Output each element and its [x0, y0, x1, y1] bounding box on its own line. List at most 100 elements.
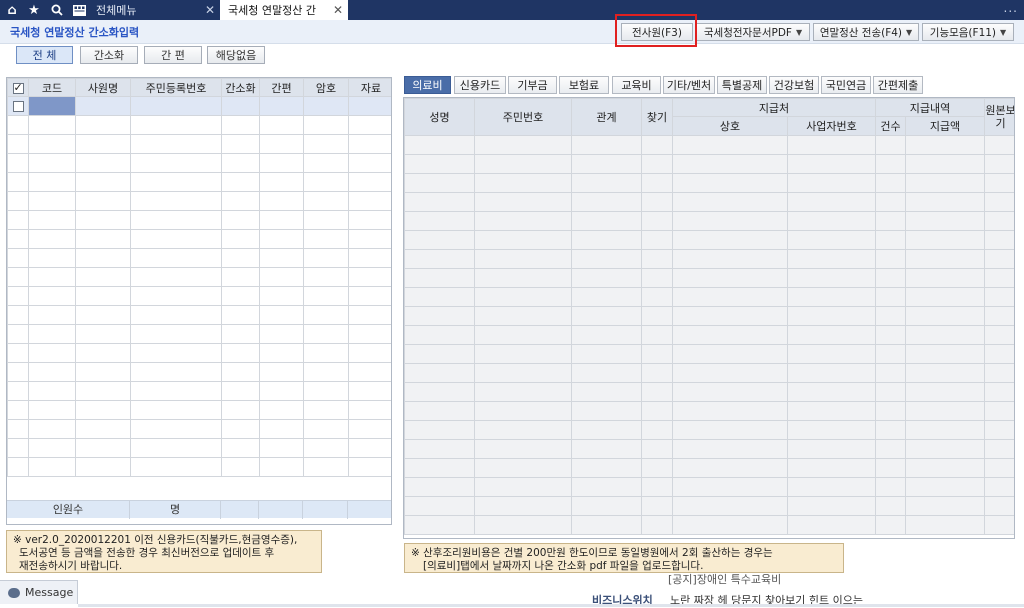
grid-cell[interactable] — [221, 191, 260, 211]
grid-cell[interactable] — [221, 210, 260, 230]
grid-cell[interactable] — [404, 477, 475, 497]
grid-cell[interactable] — [571, 230, 642, 250]
grid-cell[interactable] — [904, 287, 986, 307]
grid-cell[interactable] — [130, 362, 222, 382]
grid-cell[interactable] — [404, 230, 475, 250]
table-row[interactable] — [7, 362, 391, 382]
table-row[interactable] — [7, 286, 391, 306]
grid-cell[interactable] — [28, 248, 76, 268]
grid-cell[interactable] — [474, 401, 572, 421]
grid-cell[interactable] — [984, 325, 1014, 345]
grid-cell[interactable] — [672, 401, 788, 421]
grid-cell[interactable] — [641, 496, 673, 516]
grid-cell[interactable] — [672, 249, 788, 269]
grid-cell[interactable] — [221, 248, 260, 268]
grid-cell[interactable] — [221, 324, 260, 344]
table-row[interactable] — [7, 419, 391, 439]
grid-cell[interactable] — [28, 229, 76, 249]
grid-cell[interactable] — [130, 210, 222, 230]
grid-cell[interactable] — [672, 363, 788, 383]
grid-cell[interactable] — [984, 192, 1014, 212]
tab-donation[interactable]: 기부금 — [508, 76, 557, 94]
grid-cell[interactable] — [348, 134, 391, 154]
grid-cell[interactable] — [875, 458, 906, 478]
grid-cell[interactable] — [672, 439, 788, 459]
grid-cell[interactable] — [404, 135, 475, 155]
grid-cell[interactable] — [672, 477, 788, 497]
grid-cell[interactable] — [641, 173, 673, 193]
grid-cell[interactable] — [28, 96, 76, 116]
grid-cell[interactable] — [28, 134, 76, 154]
select-all-checkbox[interactable] — [12, 81, 24, 94]
table-row[interactable] — [7, 438, 391, 458]
filter-simplified-button[interactable]: 간소화 — [80, 46, 138, 64]
grid-cell[interactable] — [348, 324, 391, 344]
grid-cell[interactable] — [641, 249, 673, 269]
grid-cell[interactable] — [984, 496, 1014, 516]
grid-cell[interactable] — [474, 439, 572, 459]
table-row[interactable] — [404, 135, 1014, 155]
grid-cell[interactable] — [571, 515, 642, 535]
grid-cell[interactable] — [904, 515, 986, 535]
grid-cell[interactable] — [875, 211, 906, 231]
grid-cell[interactable] — [474, 306, 572, 326]
grid-cell[interactable] — [259, 381, 304, 401]
grid-cell[interactable] — [75, 400, 131, 420]
grid-cell[interactable] — [875, 439, 906, 459]
grid-cell[interactable] — [404, 420, 475, 440]
grid-cell[interactable] — [474, 287, 572, 307]
grid-cell[interactable] — [875, 306, 906, 326]
grid-cell[interactable] — [571, 325, 642, 345]
grid-cell[interactable] — [75, 419, 131, 439]
grid-cell[interactable] — [348, 343, 391, 363]
grid-cell[interactable] — [904, 344, 986, 364]
grid-cell[interactable] — [259, 210, 304, 230]
grid-cell[interactable] — [75, 305, 131, 325]
grid-cell[interactable] — [404, 154, 475, 174]
grid-cell[interactable] — [75, 96, 131, 116]
grid-cell[interactable] — [404, 401, 475, 421]
table-row[interactable] — [7, 267, 391, 287]
grid-cell[interactable] — [672, 458, 788, 478]
grid-cell[interactable] — [474, 496, 572, 516]
grid-cell[interactable] — [571, 496, 642, 516]
grid-cell[interactable] — [221, 457, 260, 477]
grid-cell[interactable] — [875, 420, 906, 440]
grid-cell[interactable] — [787, 363, 876, 383]
grid-cell[interactable] — [259, 229, 304, 249]
table-row[interactable] — [404, 230, 1014, 250]
grid-cell[interactable] — [130, 381, 222, 401]
row-checkbox-cell[interactable] — [7, 210, 29, 230]
tab-credit-card[interactable]: 신용카드 — [454, 76, 506, 94]
grid-cell[interactable] — [348, 381, 391, 401]
grid-cell[interactable] — [904, 496, 986, 516]
grid-cell[interactable] — [130, 134, 222, 154]
grid-cell[interactable] — [474, 211, 572, 231]
table-row[interactable] — [7, 229, 391, 249]
grid-cell[interactable] — [787, 477, 876, 497]
col-header-original[interactable]: 원본보기 — [984, 98, 1014, 136]
grid-cell[interactable] — [221, 305, 260, 325]
grid-cell[interactable] — [875, 249, 906, 269]
grid-cell[interactable] — [303, 96, 349, 116]
grid-cell[interactable] — [259, 438, 304, 458]
col-header-password[interactable]: 암호 — [303, 78, 349, 97]
grid-cell[interactable] — [474, 230, 572, 250]
grid-cell[interactable] — [348, 362, 391, 382]
grid-cell[interactable] — [984, 268, 1014, 288]
grid-cell[interactable] — [904, 268, 986, 288]
grid-cell[interactable] — [348, 419, 391, 439]
row-checkbox-cell[interactable] — [7, 419, 29, 439]
tab-all-menu[interactable]: 전체메뉴 ✕ — [88, 0, 220, 20]
grid-cell[interactable] — [571, 211, 642, 231]
grid-cell[interactable] — [221, 134, 260, 154]
table-row[interactable] — [404, 439, 1014, 459]
col-header-easy[interactable]: 간편 — [259, 78, 304, 97]
grid-cell[interactable] — [474, 325, 572, 345]
grid-cell[interactable] — [474, 192, 572, 212]
grid-cell[interactable] — [474, 420, 572, 440]
grid-cell[interactable] — [787, 401, 876, 421]
grid-cell[interactable] — [303, 115, 349, 135]
grid-cell[interactable] — [571, 268, 642, 288]
grid-cell[interactable] — [404, 458, 475, 478]
